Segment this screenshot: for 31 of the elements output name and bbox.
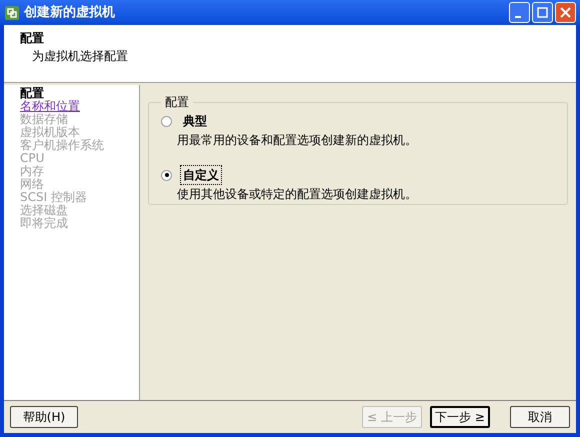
wizard-button[interactable]: 下一步 ≥ [430,406,490,428]
step-item: CPU [20,152,44,165]
minimize-button[interactable] [509,2,530,23]
maximize-icon [537,7,548,18]
app-icon [4,4,20,20]
option-description: 用最常用的设备和配置选项创建新的虚拟机。 [176,132,418,149]
step-item: 客户机操作系统 [20,139,104,152]
step-item: 虚拟机版本 [20,126,80,139]
option-description: 使用其他设备或特定的配置选项创建虚拟机。 [176,186,418,203]
close-icon [560,7,571,18]
window-title: 创建新的虚拟机 [24,4,115,22]
step-item: 选择磁盘 [20,204,68,217]
radio-label[interactable]: 典型 [180,111,210,131]
step-item: 网络 [20,178,44,191]
close-button[interactable] [555,2,576,23]
step-item[interactable]: 名称和位置 [20,100,80,113]
step-item: 即将完成 [20,217,68,230]
header-subtitle: 为虚拟机选择配置 [31,48,129,65]
step-item: 配置 [20,87,44,100]
wizard-button[interactable]: 取消 [510,406,570,428]
group-title: 配置 [164,94,190,111]
header-title: 配置 [20,30,45,47]
help-button[interactable]: 帮助(H) [10,406,78,428]
step-item: 数据存储 [20,113,68,126]
radio-label[interactable]: 自定义 [180,165,222,185]
radio-button[interactable] [161,116,172,126]
radio-button[interactable] [161,170,172,180]
step-item: 内存 [20,165,44,178]
step-item: SCSI 控制器 [20,191,87,204]
minimize-icon [515,16,521,18]
maximize-button[interactable] [532,2,553,23]
